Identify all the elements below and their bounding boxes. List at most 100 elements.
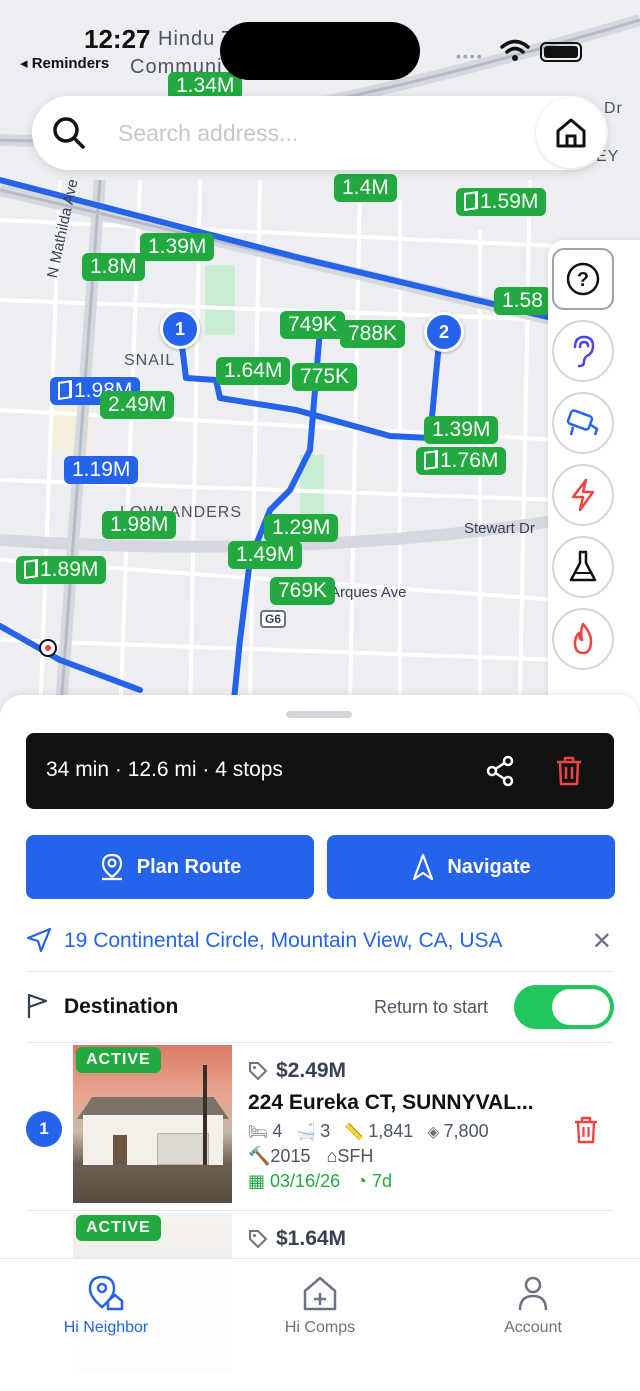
destination-label: Destination [64, 995, 179, 1018]
price-tag-icon [249, 1230, 268, 1249]
tab-hi-comps[interactable]: Hi Comps [240, 1271, 400, 1337]
route-summary-text: 34 min · 12.6 mi · 4 stops [46, 758, 283, 781]
price-pin-label: 769K [278, 579, 328, 602]
back-to-app-link[interactable]: ◂ Reminders [20, 54, 109, 72]
ruler-icon: 📏 [344, 1124, 365, 1141]
return-to-start-label: Return to start [374, 997, 489, 1017]
map-label-arques: Arques Ave [330, 584, 407, 601]
price-pin[interactable]: 1.58 [494, 287, 551, 315]
destination-row: Destination Return to start [26, 985, 614, 1029]
price-pin[interactable]: 769K [270, 577, 336, 605]
house-plus-icon [303, 1276, 337, 1311]
tab-account[interactable]: Account [453, 1271, 613, 1337]
cellular-signal-icon: •••• [456, 48, 484, 64]
location-arrow-icon [26, 927, 52, 953]
start-address[interactable]: 19 Continental Circle, Mountain View, CA… [64, 929, 503, 953]
beds-count: 4 [272, 1121, 283, 1141]
navigation-arrow-icon [413, 853, 434, 881]
navigate-label: Navigate [447, 855, 531, 878]
price-pin[interactable]: 775K [292, 363, 358, 391]
bottom-tab-bar: Hi Neighbor Hi Comps Account [0, 1258, 640, 1391]
listing-price-row: $2.49M [248, 1059, 568, 1083]
price-pin-label: 788K [348, 322, 398, 345]
power-tool-button[interactable] [552, 464, 614, 526]
map-tools-rail: ? [548, 240, 640, 710]
map-pin-icon [101, 853, 122, 881]
tab-label: Hi Neighbor [63, 1319, 149, 1336]
route-summary-bar: 34 min · 12.6 mi · 4 stops [26, 733, 614, 809]
tab-label: Account [504, 1319, 562, 1336]
price-pin[interactable]: 1.8M [82, 253, 145, 281]
route-stop-marker[interactable]: 1 [160, 309, 200, 349]
price-pin[interactable]: 1.89M [16, 556, 107, 584]
search-bar[interactable]: Search address... [32, 96, 608, 170]
divider [26, 971, 614, 972]
price-pin[interactable]: 2.49M [100, 391, 175, 419]
stop-number-badge: 1 [26, 1111, 62, 1147]
crime-tool-button[interactable] [552, 392, 614, 454]
price-pin[interactable]: 1.64M [216, 357, 291, 385]
price-pin[interactable]: 749K [280, 311, 346, 339]
listing-item[interactable]: 1 ACTIVE $2.49M 224 Eureka CT, SUNNYVAL.… [0, 1045, 640, 1211]
start-location-row[interactable]: 19 Continental Circle, Mountain View, CA… [26, 921, 614, 965]
return-to-start-toggle[interactable] [514, 985, 614, 1029]
toggle-knob [552, 989, 610, 1025]
price-pin-label: 1.4M [342, 176, 389, 199]
sheet-drag-handle[interactable] [286, 711, 352, 718]
baths-count: 3 [320, 1121, 331, 1141]
tab-hi-neighbor[interactable]: Hi Neighbor [26, 1271, 186, 1337]
price-pin[interactable]: 1.98M [102, 511, 177, 539]
price-pin[interactable]: 1.19M [64, 456, 139, 484]
price-pin-label: 1.39M [432, 418, 491, 441]
price-pin[interactable]: 1.4M [334, 174, 397, 202]
price-pin-label: 1.19M [72, 458, 131, 481]
price-pin[interactable]: 1.39M [140, 233, 215, 261]
price-tag-icon [249, 1062, 268, 1081]
trash-icon[interactable] [554, 755, 584, 787]
price-pin[interactable]: 1.76M [416, 447, 507, 475]
price-pin-label: 1.64M [224, 359, 283, 382]
listing-meta-1: 🔨2015 ⌂SFH [248, 1146, 568, 1167]
map-label-dr: Dr [604, 100, 623, 117]
camera-icon [566, 409, 599, 436]
status-badge: ACTIVE [76, 1047, 161, 1073]
highway-shield: G6 [260, 610, 287, 628]
price-pin[interactable]: 1.49M [228, 541, 303, 569]
map-label-stewart: Stewart Dr [464, 520, 535, 537]
price-pin-label: 775K [300, 365, 350, 388]
price-pin[interactable]: 1.39M [424, 416, 499, 444]
timer-icon: ◔ [356, 1171, 367, 1191]
home-button[interactable] [536, 98, 606, 168]
lot-value: 7,800 [443, 1121, 489, 1141]
price-pin[interactable]: 1.59M [456, 188, 547, 216]
price-pin[interactable]: 1.29M [264, 514, 339, 542]
price-pin-label: 2.49M [108, 393, 167, 416]
clear-start-icon[interactable]: ✕ [592, 927, 612, 956]
navigate-button[interactable]: Navigate [327, 835, 615, 899]
help-tool-button[interactable]: ? [552, 248, 614, 310]
flask-icon [569, 550, 597, 582]
search-icon [53, 117, 85, 149]
home-pin-icon [88, 1275, 124, 1311]
environment-tool-button[interactable] [552, 536, 614, 598]
status-time: 12:27 [84, 24, 151, 54]
price-pin-label: 1.39M [148, 235, 207, 258]
remove-stop-icon[interactable] [572, 1115, 600, 1145]
noise-tool-button[interactable] [552, 320, 614, 382]
door-icon [464, 191, 478, 211]
map-label-snail: SNAIL [124, 352, 176, 369]
plan-route-button[interactable]: Plan Route [26, 835, 314, 899]
ear-icon [573, 335, 595, 368]
price-pin-label: 1.8M [90, 255, 137, 278]
listing-price: $2.49M [276, 1059, 347, 1082]
svg-text:?: ? [577, 269, 589, 291]
share-icon[interactable] [484, 755, 516, 787]
person-icon [518, 1276, 548, 1311]
search-input[interactable]: Search address... [118, 120, 298, 147]
price-pin-label: 1.58 [502, 289, 543, 312]
route-stop-marker[interactable]: 2 [424, 312, 464, 352]
status-bar: 12:27 ◂ Reminders •••• [0, 0, 640, 90]
price-pin-label: 1.76M [440, 449, 499, 472]
fire-tool-button[interactable] [552, 608, 614, 670]
price-pin[interactable]: 788K [340, 320, 406, 348]
